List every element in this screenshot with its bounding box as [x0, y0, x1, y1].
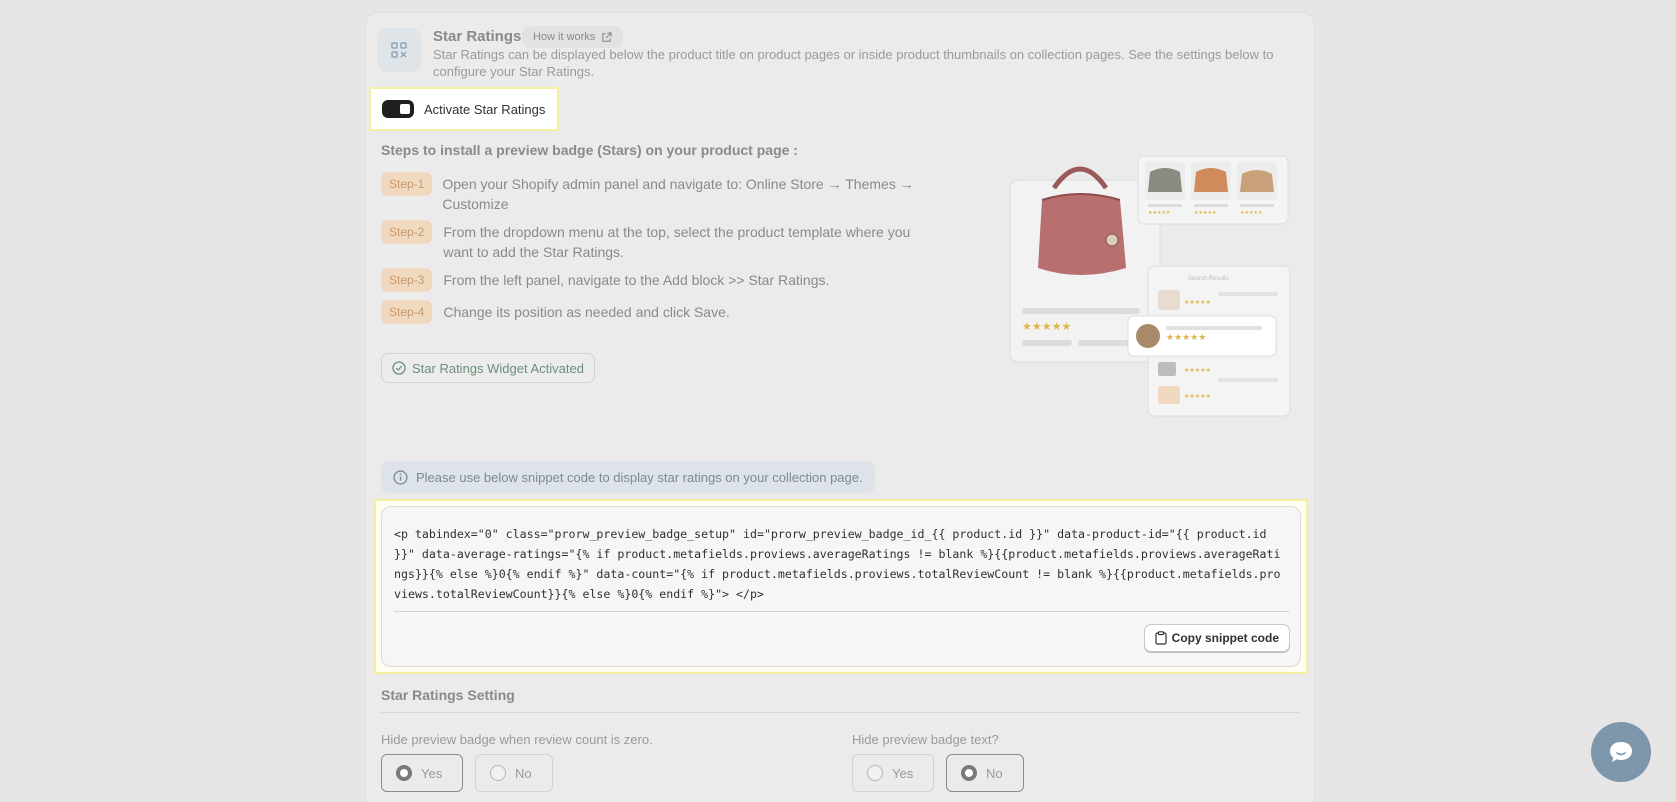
- snippet-box: <p tabindex="0" class="prorw_preview_bad…: [381, 506, 1301, 667]
- step-text: Open your Shopify admin panel and naviga…: [442, 176, 914, 212]
- steps-title: Steps to install a preview badge (Stars)…: [381, 142, 798, 158]
- step-4: Step-4 Change its position as needed and…: [381, 300, 943, 324]
- chat-launcher-button[interactable]: [1591, 722, 1651, 782]
- hide-text-no-option[interactable]: No: [946, 754, 1024, 792]
- step-3: Step-3 From the left panel, navigate to …: [381, 268, 943, 292]
- search-result-stars: ★★★★★: [1184, 393, 1211, 400]
- copy-snippet-label: Copy snippet code: [1171, 631, 1279, 645]
- info-banner-text: Please use below snippet code to display…: [416, 469, 863, 485]
- hide-zero-yes-option[interactable]: Yes: [381, 754, 463, 792]
- step-2: Step-2 From the dropdown menu at the top…: [381, 220, 943, 262]
- hide-text-yes-option[interactable]: Yes: [852, 754, 934, 792]
- activate-label: Activate Star Ratings: [424, 101, 546, 117]
- clipboard-icon: [1155, 631, 1167, 645]
- hide-zero-no-option[interactable]: No: [475, 754, 553, 792]
- snippet-container: <p tabindex="0" class="prorw_preview_bad…: [374, 499, 1308, 674]
- how-it-works-label: How it works: [533, 31, 596, 43]
- grid-icon: [391, 42, 407, 58]
- search-results-title: Search Results: [1188, 276, 1229, 282]
- search-result-stars: ★★★★★: [1184, 299, 1211, 306]
- search-result-stars-active: ★★★★★: [1166, 332, 1206, 342]
- snippet-divider: [394, 611, 1289, 612]
- settings-divider: [381, 712, 1300, 713]
- option-label: Yes: [421, 765, 443, 781]
- chat-icon: [1610, 742, 1632, 762]
- thumbnail-stars: ★★★★★: [1148, 210, 1171, 216]
- step-badge: Step-3: [381, 268, 433, 292]
- copy-snippet-button[interactable]: Copy snippet code: [1143, 624, 1290, 652]
- external-link-icon: [602, 31, 612, 42]
- page-description: Star Ratings can be displayed below the …: [433, 47, 1274, 79]
- step-badge: Step-1: [381, 172, 433, 196]
- step-text: Change its position as needed and click …: [443, 304, 730, 320]
- hide-text-label: Hide preview badge text?: [852, 732, 999, 747]
- activate-toggle[interactable]: [382, 100, 414, 118]
- illustration-stars: ★★★★★: [1022, 321, 1071, 333]
- step-badge: Step-2: [381, 220, 433, 244]
- hide-zero-label: Hide preview badge when review count is …: [381, 732, 653, 747]
- how-it-works-link[interactable]: How it works: [522, 26, 624, 48]
- step-text: From the dropdown menu at the top, selec…: [443, 224, 911, 260]
- option-label: No: [515, 765, 532, 781]
- widget-activated-button[interactable]: Star Ratings Widget Activated: [381, 353, 595, 383]
- app-icon: [377, 28, 421, 72]
- star-ratings-illustration: ★★★★★ ★★★★★ ★★★★★ ★★★★★ Search Results ★…: [1009, 155, 1291, 417]
- radio-no[interactable]: [490, 765, 506, 781]
- radio-yes[interactable]: [396, 765, 412, 781]
- check-circle-icon: [392, 361, 406, 375]
- settings-title: Star Ratings Setting: [381, 687, 515, 703]
- radio-yes[interactable]: [867, 765, 883, 781]
- page-title: Star Ratings: [433, 28, 522, 45]
- info-banner: Please use below snippet code to display…: [381, 461, 875, 493]
- step-text: From the left panel, navigate to the Add…: [443, 272, 830, 288]
- step-badge: Step-4: [381, 300, 433, 324]
- thumbnail-stars: ★★★★★: [1194, 210, 1217, 216]
- toggle-knob: [400, 104, 410, 114]
- option-label: No: [986, 765, 1003, 781]
- option-label: Yes: [892, 765, 914, 781]
- widget-activated-label: Star Ratings Widget Activated: [412, 360, 584, 376]
- step-1: Step-1 Open your Shopify admin panel and…: [381, 172, 942, 214]
- activate-star-ratings[interactable]: Activate Star Ratings: [369, 87, 559, 131]
- thumbnail-stars: ★★★★★: [1240, 210, 1263, 216]
- snippet-code[interactable]: <p tabindex="0" class="prorw_preview_bad…: [394, 524, 1282, 604]
- radio-no[interactable]: [961, 765, 977, 781]
- info-icon: [393, 469, 408, 485]
- search-result-stars: ★★★★★: [1184, 367, 1211, 374]
